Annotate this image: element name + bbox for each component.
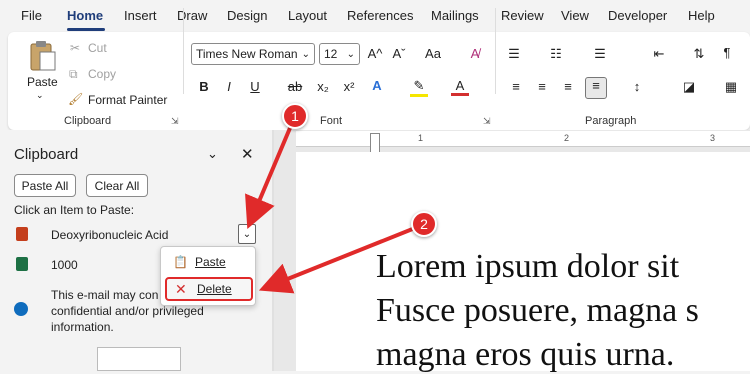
callout-arrow-2 [258, 226, 416, 294]
callout-badge-2: 2 [411, 211, 437, 237]
annotation-arrows [245, 127, 416, 294]
callout-arrow-1 [245, 127, 292, 230]
callout-badge-1: 1 [282, 103, 308, 129]
